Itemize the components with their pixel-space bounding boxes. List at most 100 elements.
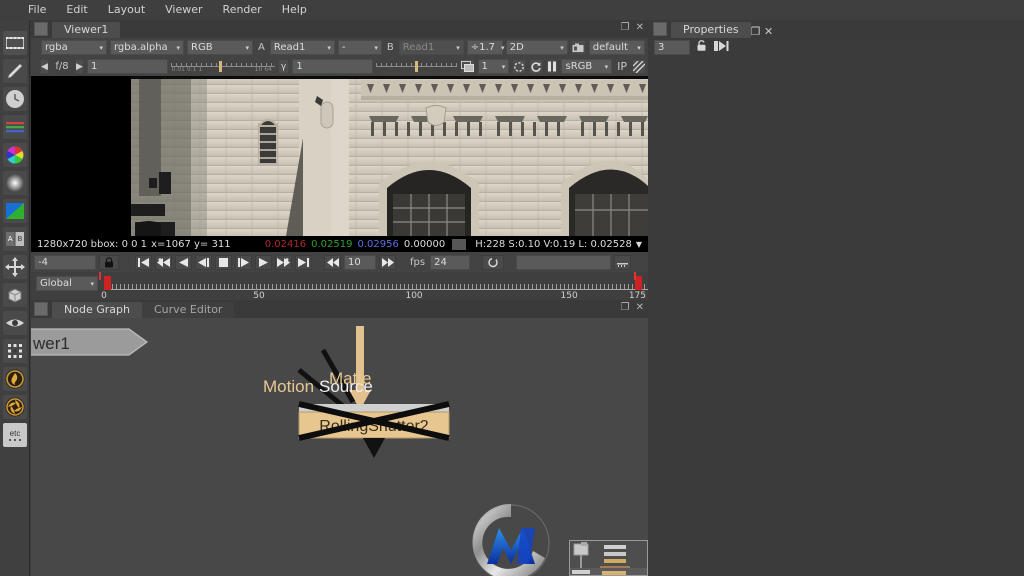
downrez-dropdown[interactable]: 1 ▾ — [477, 59, 510, 74]
menu-item-help[interactable]: Help — [272, 0, 317, 20]
play-backward-button[interactable] — [175, 254, 192, 270]
channel-tool-icon[interactable] — [2, 115, 27, 139]
node-graph-float-icon[interactable]: ❐ — [621, 302, 630, 313]
gamma-label-button[interactable]: γ — [277, 59, 290, 74]
panel-grip-icon[interactable] — [653, 22, 667, 36]
viewer-badge[interactable]: wer1 — [31, 328, 149, 356]
menu-item-viewer[interactable]: Viewer — [155, 0, 212, 20]
viewer-mode-dropdown[interactable]: 2D ▾ — [505, 40, 568, 55]
viewer-close-icon[interactable]: ✕ — [636, 22, 644, 33]
timeline-range-dropdown[interactable]: Global ▾ — [36, 276, 98, 291]
layer-dropdown[interactable]: RGB ▾ — [187, 40, 253, 55]
filter-tool-icon[interactable] — [2, 171, 27, 195]
pause-icon[interactable] — [546, 59, 559, 74]
reload-icon[interactable] — [529, 59, 544, 74]
properties-float-icon[interactable]: ❐ — [751, 25, 761, 38]
menu-item-file[interactable]: File — [18, 0, 56, 20]
keyer-tool-icon[interactable] — [2, 199, 27, 223]
input-label-motion: Motion — [263, 377, 314, 396]
next-keyframe-button[interactable] — [275, 254, 292, 270]
viewer-control-row-2: ◀ f/8 ▶ 1 0.01 0.1 1 10 64 γ 1 1 ▾ sRGB … — [31, 57, 648, 76]
panel-grip-icon[interactable] — [34, 22, 48, 36]
timeline-out-marker[interactable] — [635, 276, 642, 290]
blend-dropdown-value: - — [341, 42, 346, 53]
3d-tool-icon[interactable] — [2, 283, 27, 307]
stop-button[interactable] — [215, 254, 232, 270]
prev-keyframe-button[interactable] — [155, 254, 172, 270]
particles-tool-icon[interactable] — [2, 339, 27, 363]
skip-to-end-button[interactable] — [295, 254, 312, 270]
plugin-tool-icon[interactable] — [2, 395, 27, 419]
refresh-icon[interactable] — [512, 59, 527, 74]
merge-tool-icon[interactable]: AB — [2, 227, 27, 251]
viewer-control-row-1: rgba ▾ rgba.alpha ▾ RGB ▾ A Read1 ▾ - ▾ B Rea… — [31, 38, 648, 57]
roi-icon[interactable] — [459, 59, 475, 74]
step-forward-button[interactable] — [235, 254, 252, 270]
alpha-dropdown[interactable]: rgba.alpha ▾ — [110, 40, 184, 55]
time-tool-icon[interactable] — [2, 87, 27, 111]
frame-increment-field[interactable]: 10 — [344, 254, 376, 270]
draw-tool-icon[interactable] — [2, 59, 27, 83]
chevron-down-icon: ▾ — [245, 43, 249, 52]
furnace-tool-icon[interactable] — [2, 367, 27, 391]
gamma-field[interactable]: 1 — [292, 59, 373, 74]
menu-item-edit[interactable]: Edit — [56, 0, 97, 20]
node-graph-minimap[interactable] — [569, 540, 648, 576]
exposure-slider[interactable]: 0.01 0.1 1 10 64 — [170, 59, 275, 74]
viewer-image[interactable] — [31, 76, 648, 236]
chevron-down-icon: ▾ — [176, 43, 180, 52]
tab-curve-editor[interactable]: Curve Editor — [141, 302, 235, 318]
tab-viewer1[interactable]: Viewer1 — [52, 22, 121, 38]
gamma-slider[interactable] — [375, 59, 457, 74]
fps-field[interactable]: 24 — [430, 254, 471, 270]
colorspace-dropdown[interactable]: sRGB ▾ — [561, 59, 613, 74]
viewer-float-icon[interactable]: ❐ — [621, 22, 630, 33]
etc-tool-icon[interactable]: etc — [2, 423, 27, 447]
transform-tool-icon[interactable] — [2, 255, 27, 279]
decrement-frames-button[interactable] — [324, 254, 341, 270]
lock-icon[interactable] — [99, 254, 119, 270]
tab-properties[interactable]: Properties — [671, 22, 751, 38]
node-graph-canvas[interactable]: wer1 Motion Source Matte RollingShutter2 — [31, 318, 648, 576]
colorspace-value: sRGB — [565, 61, 593, 72]
stop-decrement-button[interactable]: ◀ — [39, 59, 50, 74]
blend-dropdown[interactable]: - ▾ — [337, 40, 382, 55]
node-graph-close-icon[interactable]: ✕ — [636, 302, 644, 313]
viewer-tool-icon[interactable] — [2, 31, 27, 55]
channels-dropdown[interactable]: rgba ▾ — [41, 40, 107, 55]
menu-item-render[interactable]: Render — [213, 0, 272, 20]
input-a-dropdown[interactable]: Read1 ▾ — [269, 40, 335, 55]
playback-range-field[interactable] — [516, 254, 612, 270]
camera-icon[interactable] — [570, 40, 586, 55]
viewer-timeline[interactable]: Global ▾ 0 50 100 150 175 — [31, 272, 648, 302]
tab-node-graph[interactable]: Node Graph — [52, 302, 142, 318]
node-rollingshutter2[interactable]: Motion Source Matte RollingShutter2 — [231, 318, 491, 468]
step-back-button[interactable] — [195, 254, 212, 270]
view-lut-dropdown[interactable]: default ▾ — [588, 40, 645, 55]
status-hsvl: H:228 S:0.10 V:0.19 L: 0.02528 — [475, 238, 632, 250]
input-b-value: Read1 — [402, 42, 435, 53]
play-forward-button[interactable] — [255, 254, 272, 270]
panel-grip-icon[interactable] — [34, 302, 48, 316]
status-expand-icon[interactable]: ▼ — [636, 240, 642, 249]
proxy-dropdown[interactable]: ÷1.7 ▾ — [466, 40, 505, 55]
skip-to-start-button[interactable] — [135, 254, 152, 270]
properties-toolbar: 3 — [650, 38, 1024, 55]
ip-label[interactable]: IP — [615, 60, 629, 73]
exposure-field[interactable]: 1 — [86, 59, 168, 74]
loop-icon[interactable] — [482, 254, 505, 270]
clear-all-icon[interactable] — [714, 40, 729, 55]
checkerboard-icon[interactable] — [632, 59, 647, 74]
pin-count-field[interactable]: 3 — [654, 39, 690, 55]
input-b-dropdown[interactable]: Read1 ▾ — [398, 40, 464, 55]
timeline-settings-icon[interactable] — [614, 254, 632, 270]
properties-close-icon[interactable]: ✕ — [764, 25, 773, 38]
current-frame-field[interactable]: -4 — [34, 254, 96, 270]
color-tool-icon[interactable] — [2, 143, 27, 167]
lock-open-icon[interactable] — [695, 39, 709, 55]
timeline-in-marker[interactable] — [104, 276, 111, 290]
views-tool-icon[interactable] — [2, 311, 27, 335]
stop-increment-button[interactable]: ▶ — [74, 59, 84, 74]
increment-frames-button[interactable] — [379, 254, 396, 270]
menu-item-layout[interactable]: Layout — [98, 0, 155, 20]
